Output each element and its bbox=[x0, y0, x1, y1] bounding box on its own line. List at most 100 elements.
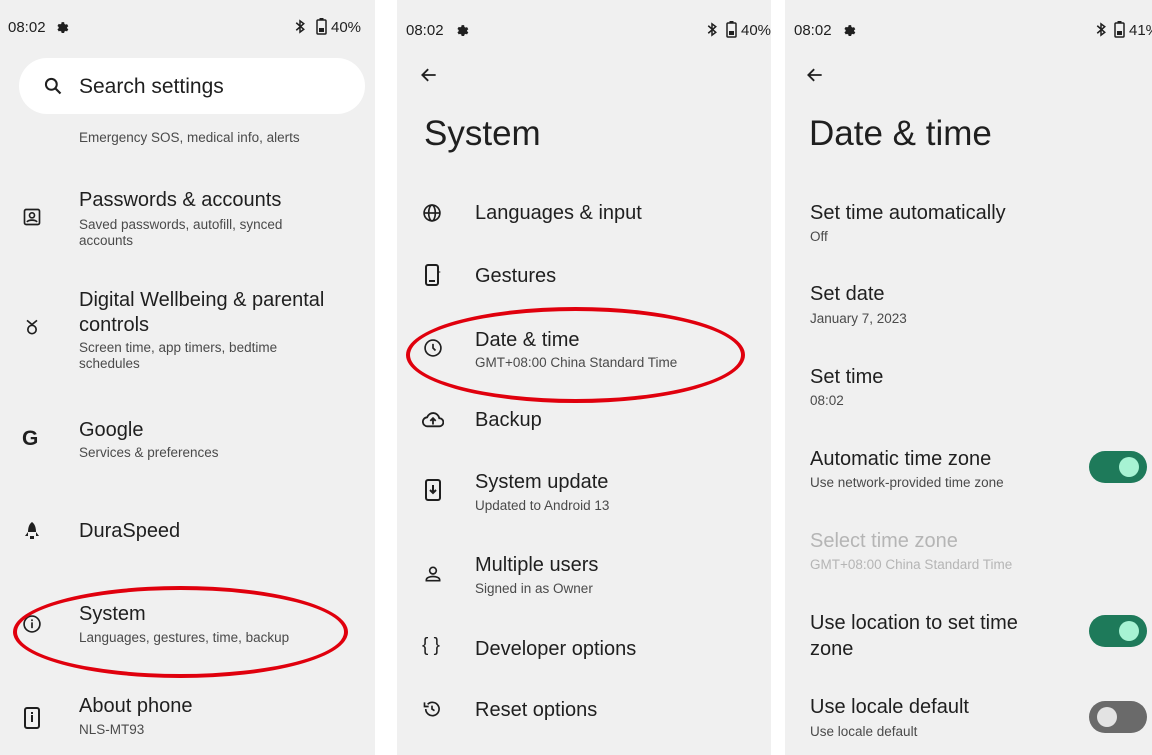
item-title: DuraSpeed bbox=[79, 520, 181, 542]
battery-icon bbox=[1114, 21, 1125, 38]
settings-item-google[interactable]: G Google Services & preferences bbox=[0, 415, 375, 465]
setting-set-time[interactable]: Set time 08:02 bbox=[785, 364, 1152, 414]
setting-set-date[interactable]: Set date January 7, 2023 bbox=[785, 281, 1152, 331]
bluetooth-icon bbox=[1096, 22, 1106, 37]
settings-item-about-phone[interactable]: About phone NLS-MT93 bbox=[0, 693, 375, 743]
item-title: Automatic time zone bbox=[810, 448, 992, 470]
battery-percent: 41% bbox=[1129, 22, 1152, 39]
account-box-icon bbox=[23, 208, 41, 226]
braces-icon: { } bbox=[422, 635, 440, 656]
gear-icon bbox=[844, 25, 856, 36]
item-title: System update bbox=[475, 471, 609, 493]
toggle-knob bbox=[1119, 457, 1139, 477]
system-item-system-update[interactable]: System update Updated to Android 13 bbox=[397, 467, 771, 517]
settings-item-digital-wellbeing[interactable]: Digital Wellbeing & parental controls Sc… bbox=[0, 285, 375, 380]
system-settings-screen: 08:02 40% System Languages & input Gestu… bbox=[397, 0, 771, 755]
item-subtitle: GMT+08:00 China Standard Time bbox=[810, 557, 1013, 572]
automatic-time-zone-toggle[interactable] bbox=[1089, 451, 1147, 483]
page-title: System bbox=[424, 114, 541, 153]
item-title: Gestures bbox=[475, 265, 557, 287]
item-title: Select time zone bbox=[810, 530, 958, 552]
item-title: About phone bbox=[79, 695, 193, 717]
item-title: Google bbox=[79, 419, 144, 441]
item-subtitle: January 7, 2023 bbox=[810, 311, 907, 326]
search-bar[interactable]: Search settings bbox=[19, 58, 365, 114]
settings-item-passwords-accounts[interactable]: Passwords & accounts Saved passwords, au… bbox=[0, 185, 375, 255]
item-subtitle: NLS-MT93 bbox=[79, 722, 145, 737]
globe-icon bbox=[423, 204, 441, 222]
rocket-icon bbox=[25, 522, 39, 539]
safety-emergency-subtitle: Emergency SOS, medical info, alerts bbox=[79, 130, 300, 145]
toggle-knob bbox=[1119, 621, 1139, 641]
battery-icon bbox=[726, 21, 737, 38]
item-title: System bbox=[79, 603, 146, 625]
status-time: 08:02 bbox=[794, 22, 832, 39]
settings-item-duraspeed[interactable]: DuraSpeed bbox=[0, 515, 375, 549]
back-arrow-icon[interactable] bbox=[805, 65, 825, 85]
item-title: Backup bbox=[475, 409, 542, 431]
item-subtitle: Use locale default bbox=[810, 724, 918, 739]
battery-icon bbox=[316, 18, 327, 35]
person-icon bbox=[425, 566, 441, 582]
item-title: Passwords & accounts bbox=[79, 189, 282, 211]
history-icon bbox=[423, 701, 440, 717]
gesture-phone-icon bbox=[425, 264, 441, 286]
item-subtitle: Off bbox=[810, 229, 828, 244]
setting-automatic-time-zone[interactable]: Automatic time zone Use network-provided… bbox=[785, 445, 1152, 495]
battery-percent: 40% bbox=[331, 19, 362, 36]
item-subtitle: Updated to Android 13 bbox=[475, 498, 610, 513]
item-subtitle: GMT+08:00 China Standard Time bbox=[475, 355, 678, 370]
date-time-screen: 08:02 41% Date & time Set time automatic… bbox=[785, 0, 1152, 755]
item-subtitle: Services & preferences bbox=[79, 445, 219, 460]
item-title: Digital Wellbeing & parental controls bbox=[79, 289, 325, 336]
setting-select-time-zone: Select time zone GMT+08:00 China Standar… bbox=[785, 527, 1152, 577]
system-item-reset-options[interactable]: Reset options bbox=[397, 693, 771, 729]
settings-item-system[interactable]: System Languages, gestures, time, backup bbox=[0, 600, 375, 650]
google-icon: G bbox=[22, 427, 39, 450]
clock-icon bbox=[424, 339, 442, 357]
battery-percent: 40% bbox=[741, 22, 771, 39]
item-subtitle: Screen time, app timers, bedtime schedul… bbox=[79, 340, 278, 371]
page-title: Date & time bbox=[809, 114, 992, 153]
search-icon bbox=[44, 77, 62, 95]
item-title: Use location to set time zone bbox=[810, 612, 1018, 660]
toggle-knob bbox=[1097, 707, 1117, 727]
item-subtitle: Use network-provided time zone bbox=[810, 475, 1004, 490]
settings-main-screen: 08:02 40% Search settings Emergency SOS,… bbox=[0, 0, 375, 755]
search-placeholder: Search settings bbox=[79, 75, 224, 98]
back-arrow-icon[interactable] bbox=[419, 65, 439, 85]
phone-icon bbox=[24, 707, 40, 729]
gear-icon bbox=[457, 25, 469, 36]
item-title: Use locale default bbox=[810, 696, 969, 718]
item-subtitle: Saved passwords, autofill, synced accoun… bbox=[79, 217, 283, 248]
item-title: Set date bbox=[810, 283, 885, 305]
bluetooth-icon bbox=[707, 22, 717, 37]
system-item-developer-options[interactable]: { } Developer options bbox=[397, 632, 771, 668]
use-location-toggle[interactable] bbox=[1089, 615, 1147, 647]
system-item-multiple-users[interactable]: Multiple users Signed in as Owner bbox=[397, 551, 771, 601]
bluetooth-icon bbox=[295, 19, 305, 34]
setting-use-location-time-zone[interactable]: Use location to set time zone bbox=[785, 607, 1152, 663]
use-locale-default-toggle[interactable] bbox=[1089, 701, 1147, 733]
info-icon bbox=[23, 615, 41, 633]
wellbeing-icon bbox=[26, 319, 38, 335]
status-time: 08:02 bbox=[406, 22, 444, 39]
item-title: Multiple users bbox=[475, 554, 599, 576]
system-item-gestures[interactable]: Gestures bbox=[397, 259, 771, 295]
setting-use-locale-default[interactable]: Use locale default Use locale default bbox=[785, 695, 1152, 745]
status-time: 08:02 bbox=[8, 19, 46, 36]
system-item-backup[interactable]: Backup bbox=[397, 404, 771, 440]
item-title: Set time bbox=[810, 366, 884, 388]
item-title: Date & time bbox=[475, 329, 580, 351]
system-update-icon bbox=[425, 479, 441, 501]
item-subtitle: Signed in as Owner bbox=[475, 581, 593, 596]
setting-set-time-automatically[interactable]: Set time automatically Off bbox=[785, 200, 1152, 250]
system-item-languages[interactable]: Languages & input bbox=[397, 197, 771, 233]
item-title: Set time automatically bbox=[810, 202, 1006, 224]
item-subtitle: 08:02 bbox=[810, 393, 844, 408]
system-item-date-time[interactable]: Date & time GMT+08:00 China Standard Tim… bbox=[397, 326, 771, 376]
cloud-upload-icon bbox=[422, 412, 444, 428]
gear-icon bbox=[57, 22, 69, 33]
item-subtitle: Languages, gestures, time, backup bbox=[79, 630, 290, 645]
item-title: Reset options bbox=[475, 699, 598, 721]
